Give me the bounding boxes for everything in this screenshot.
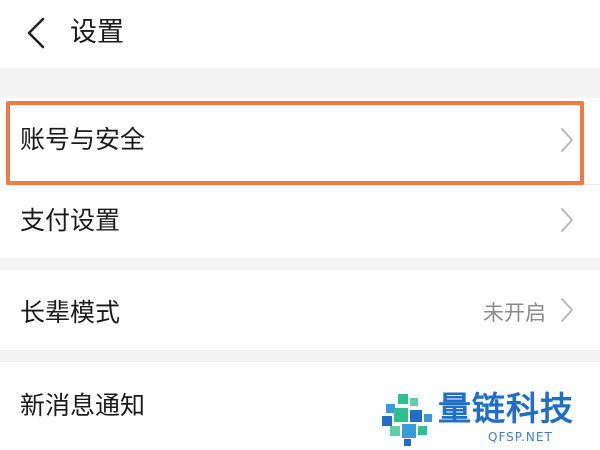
chevron-right-icon <box>561 208 573 232</box>
settings-item-payment[interactable]: 支付设置 <box>0 185 600 258</box>
settings-item-label: 长辈模式 <box>20 298 121 327</box>
brand-logo-icon <box>382 394 432 446</box>
settings-item-elder-mode[interactable]: 长辈模式 未开启 <box>0 270 600 350</box>
watermark-brand: 量链科技 <box>438 389 574 428</box>
watermark-domain: QFSP.NET <box>488 430 553 444</box>
header-bar: 设置 <box>0 0 600 68</box>
watermark: 量链科技 QFSP.NET <box>378 388 600 450</box>
page-title: 设置 <box>70 17 124 48</box>
settings-item-label: 新消息通知 <box>20 391 146 420</box>
highlight-box <box>6 101 584 185</box>
elder-mode-status: 未开启 <box>483 301 546 325</box>
back-arrow-icon[interactable] <box>24 16 48 50</box>
settings-item-label: 支付设置 <box>20 206 121 235</box>
chevron-right-icon <box>561 298 573 322</box>
